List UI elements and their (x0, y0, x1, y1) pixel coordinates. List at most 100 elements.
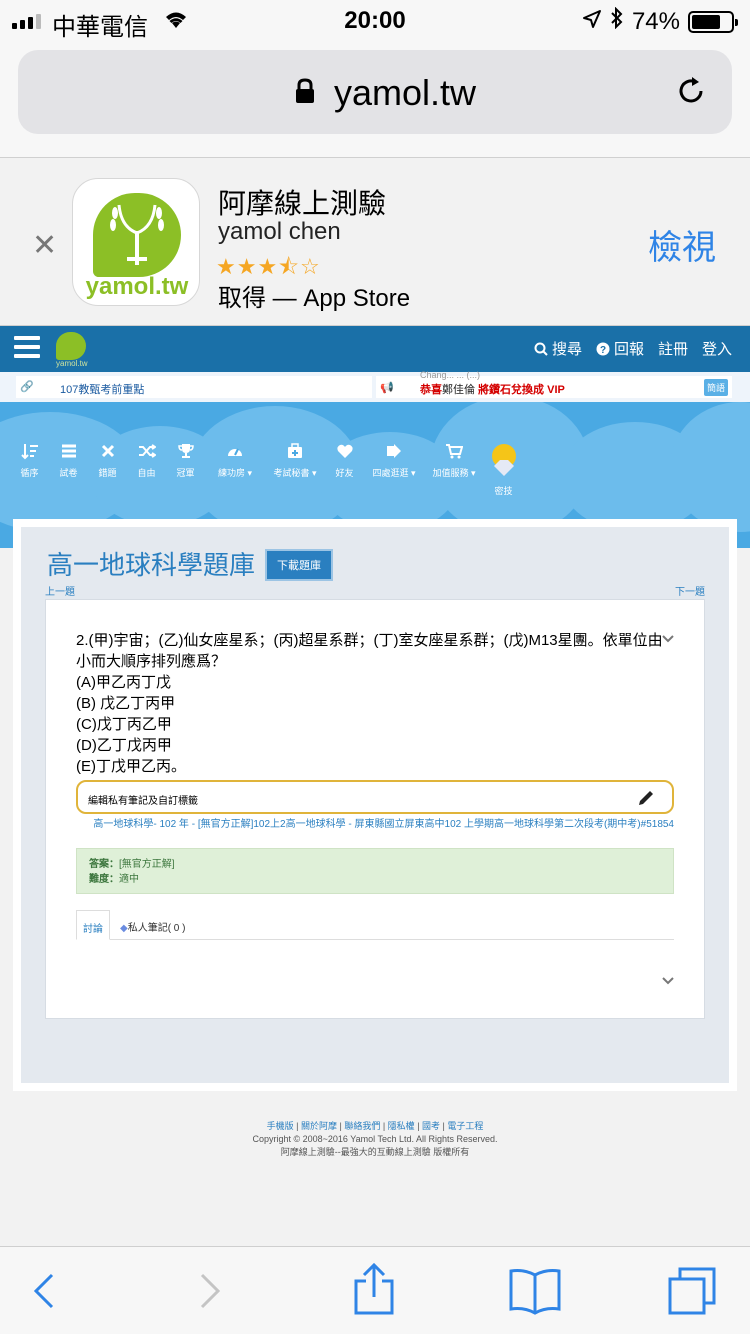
heart-icon (336, 444, 353, 458)
toolbar-item-1[interactable]: 試卷 (49, 442, 88, 497)
footer-link-contact[interactable]: 聯絡我們 (344, 1121, 380, 1131)
menu-icon[interactable] (14, 336, 40, 363)
option-b: (B) 戊乙丁丙甲 (76, 695, 176, 712)
status-bar: 中華電信 20:00 74% (0, 0, 750, 41)
bluetooth-icon (610, 6, 624, 36)
footer-link-about[interactable]: 關於阿摩 (301, 1121, 337, 1131)
toolbar-item-10[interactable]: 密技 (484, 442, 523, 497)
ticker-right[interactable]: 📢 Chang... ... (...) 恭喜鄭佳倫 將鑽石兌換成 VIP 簡語 (376, 370, 732, 398)
share-icon[interactable] (352, 1262, 396, 1320)
difficulty-label: 難度： (89, 874, 119, 885)
cart-icon (446, 444, 463, 459)
tab-discussion[interactable]: 討論 (76, 910, 110, 940)
toolbar-item-label: 試卷 (59, 468, 78, 478)
toolbar-item-9[interactable]: 加值服務 ▾ (424, 442, 484, 497)
footer-link-exam[interactable]: 國考 (422, 1121, 440, 1131)
expand-chevron-icon[interactable] (662, 972, 674, 990)
ticker-overflow-text: Chang... ... (...) (420, 370, 481, 380)
register-link[interactable]: 註冊 (658, 338, 688, 359)
site-footer: 手機版 | 關於阿摩 | 聯絡我們 | 隱私權 | 國考 | 電子工程 Copy… (0, 1120, 750, 1159)
toolbar-item-7[interactable]: 好友 (325, 442, 364, 497)
search-label: 搜尋 (551, 341, 582, 358)
footer-link-privacy[interactable]: 隱私權 (388, 1121, 415, 1131)
address-bar[interactable]: yamol.tw (18, 50, 732, 134)
back-icon[interactable] (30, 1269, 58, 1318)
bookmarks-icon[interactable] (508, 1267, 562, 1320)
signout-icon (387, 444, 401, 458)
diamond-icon: ◆ (120, 923, 128, 934)
link-icon: 🔗 (20, 381, 34, 393)
copyright: Copyright © 2008~2016 Yamol Tech Ltd. Al… (252, 1134, 498, 1144)
reload-icon[interactable] (674, 74, 708, 113)
toolbar-item-5[interactable]: 練功房 ▾ (205, 442, 265, 497)
question-body: 2.(甲)宇宙；(乙)仙女座星系；(丙)超星系群；(丁)室女座星系群；(戊)M1… (76, 630, 666, 777)
answer-value: [無官方正解] (119, 859, 175, 870)
footer-tagline: 阿摩線上測驗--最強大的互動線上測驗 版權所有 (280, 1147, 470, 1157)
close-icon[interactable]: ✕ (32, 228, 57, 263)
site-navbar: yamol.tw 搜尋 ? 回報 註冊 登入 (0, 326, 750, 372)
toolbar-item-label: 循序 (20, 468, 39, 478)
next-question-link[interactable]: 下一題 (675, 583, 705, 598)
ticker-left-text: 107教甄考前重點 (60, 384, 145, 396)
store-text: 取得 — App Store (218, 285, 411, 312)
ticker-prefix: 恭喜 (420, 384, 442, 396)
option-c: (C)戊丁丙乙甲 (76, 716, 172, 733)
url-domain: yamol.tw (334, 72, 477, 113)
view-button[interactable]: 檢視 (648, 220, 716, 269)
toolbar-item-0[interactable]: 循序 (10, 442, 49, 497)
prev-question-link[interactable]: 上一題 (45, 583, 75, 598)
login-link[interactable]: 登入 (702, 338, 732, 359)
list-icon (61, 444, 76, 458)
battery-icon (688, 10, 738, 33)
toolbar-item-6[interactable]: 考試秘書 ▾ (265, 442, 325, 497)
site-logo-icon[interactable] (56, 332, 86, 360)
pencil-icon[interactable] (636, 788, 656, 811)
toolbar-item-label: 四處逛逛 ▾ (372, 468, 416, 478)
dashboard-icon (228, 448, 242, 456)
toolbar-item-3[interactable]: 自由 (127, 442, 166, 497)
toolbar-item-label: 密技 (494, 486, 513, 496)
question-text: 2.(甲)宇宙；(乙)仙女座星系；(丙)超星系群；(丁)室女座星系群；(戊)M1… (76, 632, 663, 670)
option-e: (E)丁戊甲乙丙。 (76, 758, 186, 775)
private-note-box[interactable]: 編輯私有筆記及自訂標籤 (76, 780, 674, 814)
search-icon (534, 342, 548, 356)
ticker-user: 鄭佳倫 (442, 384, 475, 396)
smart-app-banner: ✕ yamol.tw 阿摩線上測驗 yamol chen ★★★⯪☆ 取得 — … (0, 158, 750, 326)
news-ticker: 🔗 107教甄考前重點 📢 Chang... ... (...) 恭喜鄭佳倫 將… (0, 370, 750, 402)
browser-chrome: yamol.tw (0, 40, 750, 158)
toolbar-item-label: 冠軍 (176, 468, 195, 478)
toolbar-item-label: 練功房 ▾ (217, 468, 253, 478)
tabs-icon[interactable] (666, 1265, 718, 1322)
footer-link-mobile[interactable]: 手機版 (267, 1121, 294, 1131)
briefcase-icon (288, 443, 302, 458)
ticker-right-text: 恭喜鄭佳倫 將鑽石兌換成 VIP (420, 381, 565, 397)
footer-link-ee[interactable]: 電子工程 (447, 1121, 483, 1131)
report-link[interactable]: ? 回報 (596, 338, 644, 359)
simplified-chinese-button[interactable]: 簡語 (703, 379, 728, 396)
toolbar-item-8[interactable]: 四處逛逛 ▾ (364, 442, 424, 497)
tab-private-notes[interactable]: ◆私人筆記( 0 ) (120, 919, 185, 934)
ticker-left[interactable]: 🔗 107教甄考前重點 (16, 376, 372, 398)
ticker-message: 將鑽石兌換成 VIP (478, 384, 565, 396)
chevron-down-icon[interactable] (662, 630, 674, 648)
search-link[interactable]: 搜尋 (534, 338, 582, 359)
answer-box: 答案：[無官方正解] 難度：適中 (76, 848, 674, 894)
battery-percent: 74% (631, 7, 680, 35)
option-a: (A)甲乙丙丁戊 (76, 674, 171, 691)
page-title: 高一地球科學題庫 (47, 550, 256, 580)
megaphone-icon: 📢 (380, 382, 394, 394)
toolbar-item-label: 考試秘書 ▾ (273, 468, 317, 478)
question-icon: ? (596, 342, 610, 356)
toolbar-item-4[interactable]: 冠軍 (166, 442, 205, 497)
toolbar-item-label: 錯題 (98, 468, 117, 478)
forward-icon[interactable] (196, 1269, 224, 1318)
question-source-link[interactable]: 高一地球科學- 102 年 - [無官方正解]102上2高一地球科學 - 屏東縣… (86, 818, 674, 832)
app-name: 阿摩線上測驗 (218, 188, 387, 219)
content-panel: 高一地球科學題庫 下載題庫 上一題 下一題 2.(甲)宇宙；(乙)仙女座星系；(… (13, 519, 737, 1091)
location-icon (582, 8, 602, 36)
download-button[interactable]: 下載題庫 (265, 549, 333, 581)
toolbar-item-label: 自由 (137, 468, 156, 478)
toolbar-item-2[interactable]: 錯題 (88, 442, 127, 497)
diamond-icon (491, 444, 516, 476)
note-label: 編輯私有筆記及自訂標籤 (88, 796, 198, 807)
